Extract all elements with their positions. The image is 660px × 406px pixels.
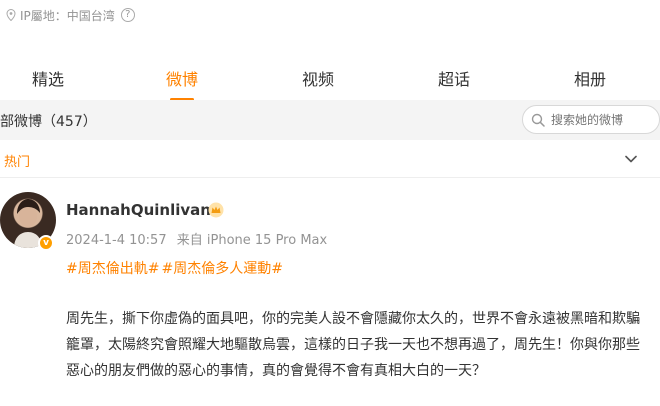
weibo-post: v HannahQuinlivan 2024-1-4 10:57 来自 iPho… [0,178,660,406]
post-meta: 2024-1-4 10:57 来自 iPhone 15 Pro Max [66,229,333,248]
hashtag-link[interactable]: #周杰倫出軌# [66,261,159,277]
tab-supertopic[interactable]: 超话 [438,66,470,90]
search-box[interactable] [522,105,660,134]
post-date[interactable]: 2024-1-4 10:57 [66,233,167,248]
tab-featured[interactable]: 精选 [32,66,64,90]
filter-bar: 部微博（457） [0,100,660,140]
hot-label[interactable]: 热门 [4,151,30,170]
question-icon[interactable]: ? [120,8,135,22]
post-content: 周先生，撕下你虛偽的面具吧，你的完美人設不會隱藏你太久的，世界不會永遠被黑暗和欺… [66,311,640,379]
chevron-down-icon[interactable] [624,152,638,166]
search-icon [531,113,545,127]
location-icon [6,9,16,21]
tab-weibo[interactable]: 微博 [166,66,198,90]
post-username[interactable]: HannahQuinlivan [66,201,211,219]
verified-badge-icon: v [38,235,54,251]
crown-icon[interactable] [208,202,224,218]
hashtag-link[interactable]: #周杰倫多人運動# [161,261,282,277]
tab-video[interactable]: 视频 [302,66,334,90]
profile-tabs: 精选 微博 视频 超话 相册 [0,56,660,102]
post-tags: #周杰倫出軌# #周杰倫多人運動# [66,258,285,278]
ip-location-label: IP屬地：中国台湾 [20,8,115,23]
post-source: 来自 iPhone 15 Pro Max [176,233,328,248]
tab-album[interactable]: 相册 [574,66,606,90]
ip-location-row: IP屬地：中国台湾 ? [0,0,660,30]
search-input[interactable] [551,112,651,127]
weibo-count-title[interactable]: 部微博（457） [0,111,97,131]
hot-filter-row[interactable]: 热门 [0,140,660,178]
